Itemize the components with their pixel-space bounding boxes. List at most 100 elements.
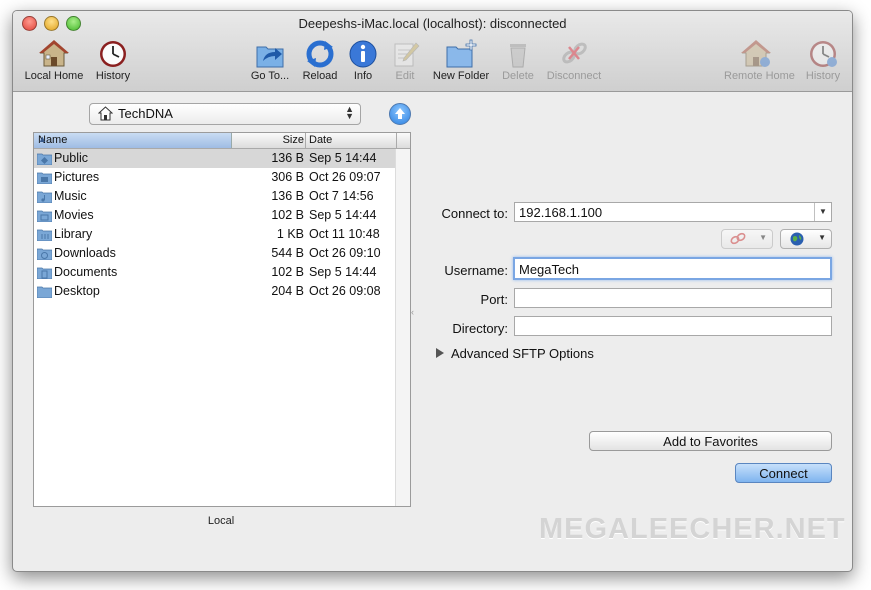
remote-home-label: Remote Home xyxy=(724,70,795,82)
history-button-left[interactable]: History xyxy=(81,39,145,82)
date-column-header[interactable]: Date xyxy=(309,134,332,146)
advanced-sftp-label: Advanced SFTP Options xyxy=(451,346,594,361)
file-date: Oct 7 14:56 xyxy=(309,189,374,203)
file-size: 136 B xyxy=(271,151,304,165)
disconnect-label: Disconnect xyxy=(546,70,602,82)
file-date: Oct 26 09:08 xyxy=(309,284,381,298)
port-field[interactable] xyxy=(514,288,832,308)
disconnect-button[interactable]: Disconnect xyxy=(542,39,606,82)
port-label: Port: xyxy=(480,292,508,307)
connect-to-combobox[interactable]: 192.168.1.100 ▼ xyxy=(514,202,832,222)
file-size: 102 B xyxy=(271,265,304,279)
title-bar: Deepeshs-iMac.local (localhost): disconn… xyxy=(13,11,852,92)
edit-button[interactable]: Edit xyxy=(373,39,437,82)
table-row[interactable]: Desktop 204 B Oct 26 09:08 xyxy=(34,282,396,301)
house-icon xyxy=(39,40,69,67)
protocol-popup-button[interactable]: ▼ xyxy=(780,229,832,249)
vertical-scrollbar[interactable] xyxy=(395,149,410,506)
remote-home-button[interactable]: Remote Home xyxy=(724,39,795,82)
downloads-folder-icon xyxy=(37,248,52,260)
file-size: 102 B xyxy=(271,208,304,222)
history-button-right[interactable]: History xyxy=(791,39,852,82)
file-size: 1 KB xyxy=(276,227,304,241)
directory-label: Directory: xyxy=(452,321,508,336)
globe-icon xyxy=(790,232,804,246)
disconnect-icon xyxy=(562,42,587,64)
pictures-folder-icon xyxy=(37,172,52,184)
split-view-handle-icon[interactable]: ‹ xyxy=(411,307,414,317)
connect-button[interactable]: Connect xyxy=(735,463,832,483)
advanced-sftp-disclosure[interactable]: Advanced SFTP Options xyxy=(436,346,594,361)
local-file-list[interactable]: Name ▲ Size Date Public 136 B Sep 5 14:4… xyxy=(33,132,411,507)
disclosure-triangle-icon[interactable] xyxy=(436,348,444,358)
remote-house-icon xyxy=(741,40,771,67)
name-column-header[interactable]: Name ▲ xyxy=(34,133,232,148)
username-field[interactable]: MegaTech xyxy=(513,257,832,280)
table-row[interactable]: Pictures 306 B Oct 26 09:07 xyxy=(34,168,396,187)
parent-folder-button[interactable] xyxy=(389,103,411,125)
delete-button[interactable]: Delete xyxy=(486,39,550,82)
file-size: 306 B xyxy=(271,170,304,184)
local-home-button[interactable]: Local Home xyxy=(22,39,86,82)
directory-field[interactable] xyxy=(514,316,832,336)
local-pane-label: Local xyxy=(207,515,235,527)
column-divider xyxy=(305,133,306,148)
table-row[interactable]: Music 136 B Oct 7 14:56 xyxy=(34,187,396,206)
app-window: Deepeshs-iMac.local (localhost): disconn… xyxy=(12,10,853,572)
history-label-right: History xyxy=(805,70,841,82)
chevron-down-icon[interactable]: ▼ xyxy=(814,203,831,221)
table-row[interactable]: Movies 102 B Sep 5 14:44 xyxy=(34,206,396,225)
remote-clock-icon xyxy=(810,41,837,67)
watermark-text: MEGALEECHER.NET xyxy=(539,513,846,545)
public-folder-icon xyxy=(37,153,52,165)
connect-to-label: Connect to: xyxy=(441,206,509,221)
new-folder-label: New Folder xyxy=(432,70,490,82)
file-size: 204 B xyxy=(271,284,304,298)
local-home-label: Local Home xyxy=(24,70,84,82)
window-title: Deepeshs-iMac.local (localhost): disconn… xyxy=(298,16,567,31)
local-path-label: TechDNA xyxy=(118,106,173,121)
file-date: Sep 5 14:44 xyxy=(309,151,377,165)
file-name: Downloads xyxy=(54,246,116,260)
local-path-popup[interactable]: TechDNA ▲ ▼ xyxy=(89,103,361,125)
file-date: Sep 5 14:44 xyxy=(309,265,377,279)
file-name: Movies xyxy=(54,208,94,222)
file-date: Sep 5 14:44 xyxy=(309,208,377,222)
file-name: Music xyxy=(54,189,87,203)
clock-icon xyxy=(100,41,126,67)
table-row[interactable]: Downloads 544 B Oct 26 09:10 xyxy=(34,244,396,263)
file-date: Oct 11 10:48 xyxy=(309,227,380,241)
file-list-header: Name ▲ Size Date xyxy=(34,133,410,149)
trash-icon xyxy=(510,44,526,68)
sort-ascending-icon: ▲ xyxy=(38,134,47,144)
chevron-down-icon: ▼ xyxy=(818,233,826,242)
file-name: Desktop xyxy=(54,284,100,298)
chevron-down-icon: ▼ xyxy=(759,233,767,242)
new-folder-button[interactable]: New Folder xyxy=(429,39,493,82)
file-name: Public xyxy=(54,151,89,165)
table-row[interactable]: Public 136 B Sep 5 14:44 xyxy=(34,149,396,168)
edit-label: Edit xyxy=(395,70,415,82)
table-row[interactable]: Documents 102 B Sep 5 14:44 xyxy=(34,263,396,282)
up-arrow-icon xyxy=(395,108,405,119)
movies-folder-icon xyxy=(37,210,52,222)
music-folder-icon xyxy=(37,191,52,203)
table-row[interactable]: Library 1 KB Oct 11 10:48 xyxy=(34,225,396,244)
file-name: Pictures xyxy=(54,170,100,184)
bookmark-popup-button[interactable]: ▼ xyxy=(721,229,773,249)
new-folder-icon xyxy=(446,39,477,68)
column-divider xyxy=(396,133,397,148)
file-size: 544 B xyxy=(271,246,304,260)
username-value: MegaTech xyxy=(519,262,579,277)
link-icon xyxy=(730,232,746,245)
connect-to-value: 192.168.1.100 xyxy=(519,205,603,220)
desktop-folder-icon xyxy=(37,286,52,298)
history-label-left: History xyxy=(95,70,131,82)
file-date: Oct 26 09:07 xyxy=(309,170,381,184)
size-column-header[interactable]: Size xyxy=(232,134,304,146)
file-name: Library xyxy=(54,227,93,241)
documents-folder-icon xyxy=(37,267,52,279)
updown-arrows-icon: ▲ ▼ xyxy=(345,104,354,121)
username-label: Username: xyxy=(444,263,508,278)
add-to-favorites-button[interactable]: Add to Favorites xyxy=(589,431,832,451)
